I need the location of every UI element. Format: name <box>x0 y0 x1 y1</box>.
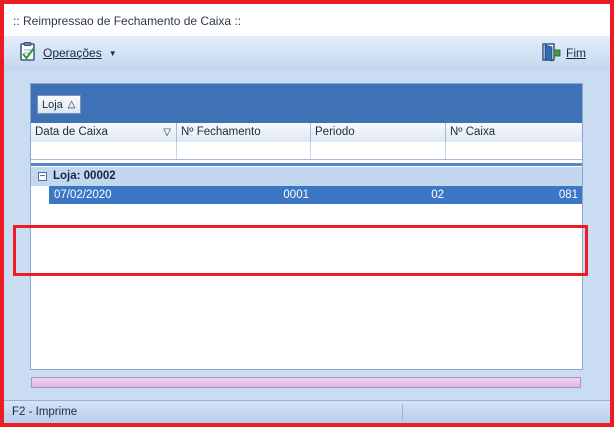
cell-periodo: 02 <box>431 189 444 201</box>
document-check-icon <box>18 41 38 65</box>
status-bar: F2 - Imprime <box>4 400 610 423</box>
progress-bar <box>31 377 581 388</box>
group-by-label: Loja <box>42 98 63 111</box>
app-window: :: Reimpressao de Fechamento de Caixa ::… <box>0 0 614 427</box>
group-by-loja-button[interactable]: Loja △ <box>37 95 81 114</box>
column-header-label: Periodo <box>315 126 355 138</box>
table-row[interactable]: 07/02/2020 0001 02 081 <box>49 186 582 204</box>
filter-cell-n-caixa[interactable] <box>446 142 582 159</box>
column-header-n-caixa[interactable]: Nº Caixa <box>446 123 582 142</box>
window-title: :: Reimpressao de Fechamento de Caixa :: <box>13 14 242 28</box>
group-separator <box>31 163 582 166</box>
column-header-label: Nº Fechamento <box>181 126 261 138</box>
column-header-n-fechamento[interactable]: Nº Fechamento <box>177 123 311 142</box>
column-header-data-de-caixa[interactable]: Data de Caixa ▽ <box>31 123 177 142</box>
chevron-down-icon: ▼ <box>108 48 117 58</box>
main-content: Loja △ Data de Caixa ▽ Nº Fechamento Per… <box>4 70 610 400</box>
column-header-row: Data de Caixa ▽ Nº Fechamento Periodo Nº… <box>31 123 582 143</box>
cell-n-caixa: 081 <box>558 189 578 201</box>
column-header-periodo[interactable]: Periodo <box>311 123 446 142</box>
collapse-icon[interactable]: − <box>38 172 47 182</box>
column-header-label: Nº Caixa <box>450 126 496 138</box>
filter-cell-data-de-caixa[interactable] <box>31 142 177 159</box>
status-divider <box>402 404 403 421</box>
sort-ascending-icon: △ <box>67 99 76 110</box>
exit-door-icon <box>541 42 561 65</box>
highlight-box <box>13 225 588 276</box>
toolbar: Operações ▼ Fim <box>4 36 610 71</box>
operations-menu-button[interactable]: Operações ▼ <box>18 41 117 65</box>
cell-n-fechamento: 0001 <box>283 189 309 201</box>
operations-menu-label: Operações <box>43 46 102 60</box>
filter-row <box>31 142 582 160</box>
exit-label: Fim <box>566 46 586 60</box>
column-header-label: Data de Caixa <box>35 126 108 138</box>
exit-button[interactable]: Fim <box>541 42 586 64</box>
group-by-panel: Loja △ <box>31 84 582 123</box>
filter-cell-periodo[interactable] <box>311 142 446 159</box>
title-bar: :: Reimpressao de Fechamento de Caixa :: <box>4 4 610 36</box>
cell-data-de-caixa: 07/02/2020 <box>54 189 112 201</box>
group-row-loja[interactable]: − Loja: 00002 <box>31 167 582 186</box>
filter-icon[interactable]: ▽ <box>163 123 171 142</box>
status-text: F2 - Imprime <box>12 406 78 418</box>
filter-cell-n-fechamento[interactable] <box>177 142 311 159</box>
group-label: Loja: 00002 <box>53 170 116 182</box>
